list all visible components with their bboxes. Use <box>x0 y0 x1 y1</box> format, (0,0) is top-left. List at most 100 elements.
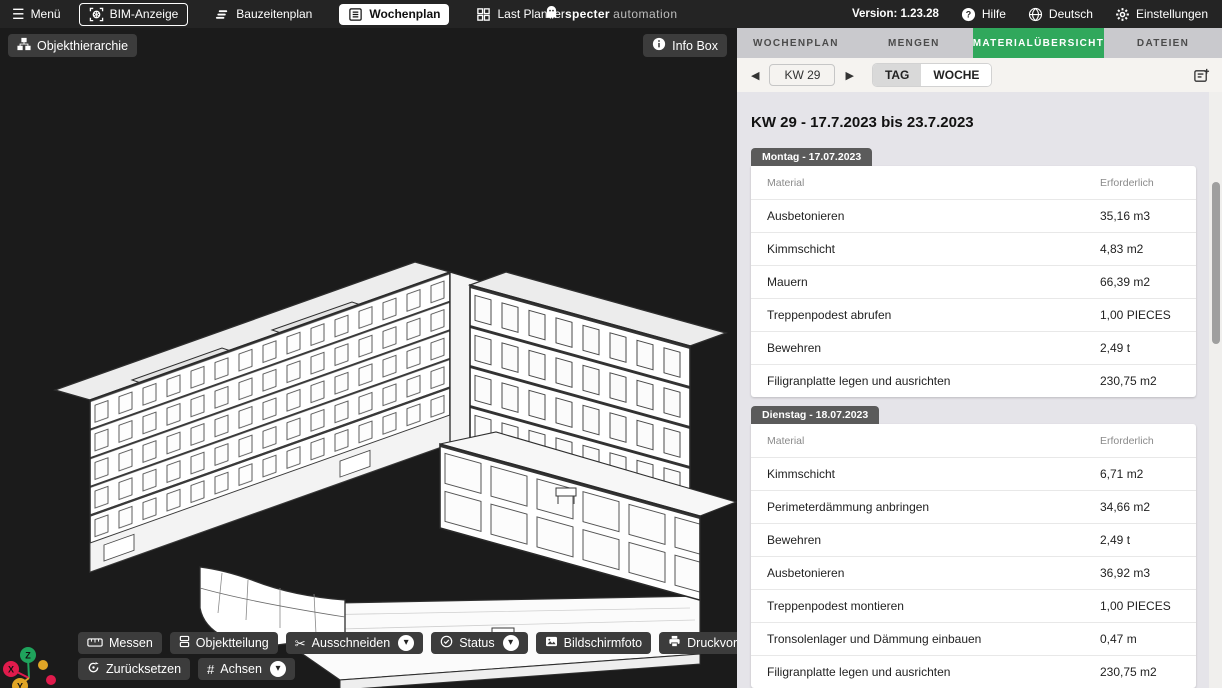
object-split-label: Objektteilung <box>196 636 269 650</box>
ruler-icon <box>87 636 103 650</box>
material-required: 35,16 m3 <box>1100 209 1180 223</box>
material-name: Ausbetonieren <box>767 566 1100 580</box>
day-section-tuesday: Dienstag - 18.07.2023 Material Erforderl… <box>751 405 1196 688</box>
reset-icon <box>87 661 100 677</box>
panel-scrollbar[interactable] <box>1209 92 1222 688</box>
toggle-woche[interactable]: WOCHE <box>921 64 991 86</box>
object-split-button[interactable]: Objektteilung <box>170 632 278 654</box>
building-model[interactable] <box>0 68 737 688</box>
nav-bauzeitenplan-label: Bauzeitenplan <box>236 7 312 21</box>
status-button[interactable]: Status ▾ <box>431 632 527 654</box>
nav-bauzeitenplan[interactable]: Bauzeitenplan <box>206 4 321 25</box>
week-selector-button[interactable]: KW 29 <box>769 64 835 86</box>
prev-week-button[interactable]: ◀ <box>749 69 761 82</box>
table-row[interactable]: Tronsolenlager und Dämmung einbauen 0,47… <box>751 622 1196 655</box>
help-button[interactable]: ? Hilfe <box>961 7 1006 22</box>
table-row[interactable]: Kimmschicht 6,71 m2 <box>751 457 1196 490</box>
nav-wochenplan-label: Wochenplan <box>369 7 440 21</box>
table-header: Material Erforderlich <box>751 166 1196 199</box>
gear-icon <box>1115 7 1130 22</box>
material-name: Bewehren <box>767 341 1100 355</box>
grid-icon <box>476 7 491 22</box>
app-window: ☰ Menü BIM-Anzeige Bauzeitenp <box>0 0 1222 688</box>
axes-dropdown[interactable]: ▾ <box>270 661 286 677</box>
object-hierarchy-button[interactable]: Objekthierarchie <box>8 34 137 57</box>
hierarchy-icon <box>17 37 31 54</box>
settings-label: Einstellungen <box>1136 7 1208 21</box>
settings-button[interactable]: Einstellungen <box>1115 7 1208 22</box>
table-row[interactable]: Bewehren 2,49 t <box>751 331 1196 364</box>
next-week-button[interactable]: ▶ <box>843 69 855 82</box>
nav-wochenplan[interactable]: Wochenplan <box>339 4 449 25</box>
material-overview-content: KW 29 - 17.7.2023 bis 23.7.2023 Montag -… <box>737 92 1222 688</box>
material-name: Filigranplatte legen und ausrichten <box>767 374 1100 388</box>
table-row[interactable]: Bewehren 2,49 t <box>751 523 1196 556</box>
col-required: Erforderlich <box>1100 177 1180 189</box>
material-name: Kimmschicht <box>767 242 1100 256</box>
screenshot-button[interactable]: Bildschirmfoto <box>536 632 652 654</box>
tab-dateien[interactable]: DATEIEN <box>1104 28 1222 58</box>
arrow-left-icon: ◀ <box>751 70 759 82</box>
material-name: Mauern <box>767 275 1100 289</box>
bim-3d-viewport[interactable]: Objekthierarchie Info Box <box>0 28 737 688</box>
weekplan-icon <box>348 7 363 22</box>
print-preview-label: Druckvorschau <box>687 636 737 650</box>
viewer-toolbar: Messen Objektteilung ✂ Ausschneiden ▾ <box>78 632 737 680</box>
axis-gizmo[interactable]: Z X Y <box>0 618 90 688</box>
material-required: 1,00 PIECES <box>1100 599 1180 613</box>
material-required: 66,39 m2 <box>1100 275 1180 289</box>
table-row[interactable]: Perimeterdämmung anbringen 34,66 m2 <box>751 490 1196 523</box>
table-row[interactable]: Treppenpodest montieren 1,00 PIECES <box>751 589 1196 622</box>
language-button[interactable]: Deutsch <box>1028 7 1093 22</box>
tab-wochenplan[interactable]: WOCHENPLAN <box>737 28 855 58</box>
nav-bim-anzeige[interactable]: BIM-Anzeige <box>79 3 189 26</box>
material-name: Kimmschicht <box>767 467 1100 481</box>
material-name: Tronsolenlager und Dämmung einbauen <box>767 632 1100 646</box>
measure-label: Messen <box>109 636 153 650</box>
brand-logo: specter automation <box>545 0 678 28</box>
table-row[interactable]: Treppenpodest abrufen 1,00 PIECES <box>751 298 1196 331</box>
material-required: 0,47 m <box>1100 632 1180 646</box>
print-preview-button[interactable]: Druckvorschau ▾ <box>659 632 737 654</box>
cut-dropdown[interactable]: ▾ <box>398 635 414 651</box>
top-bar: ☰ Menü BIM-Anzeige Bauzeitenp <box>0 0 1222 28</box>
reset-view-label: Zurücksetzen <box>106 662 181 676</box>
side-panel: WOCHENPLAN MENGEN MATERIALÜBERSICHT DATE… <box>737 28 1222 688</box>
axis-x-label: X <box>8 665 14 675</box>
tab-materialuebersicht[interactable]: MATERIALÜBERSICHT <box>973 28 1104 58</box>
cut-button[interactable]: ✂ Ausschneiden ▾ <box>286 632 423 654</box>
axes-grid-icon: # <box>207 663 214 676</box>
reset-view-button[interactable]: Zurücksetzen <box>78 658 190 680</box>
table-row[interactable]: Kimmschicht 4,83 m2 <box>751 232 1196 265</box>
info-box-button[interactable]: Info Box <box>643 34 727 57</box>
globe-icon <box>1028 7 1043 22</box>
screenshot-label: Bildschirmfoto <box>564 636 643 650</box>
table-row[interactable]: Filigranplatte legen und ausrichten 230,… <box>751 364 1196 397</box>
status-check-icon <box>440 635 453 651</box>
info-icon <box>652 37 666 54</box>
menu-button[interactable]: ☰ Menü <box>12 7 61 21</box>
axis-y-label: Y <box>17 682 23 688</box>
axes-button[interactable]: # Achsen ▾ <box>198 658 295 680</box>
material-required: 6,71 m2 <box>1100 467 1180 481</box>
table-row[interactable]: Mauern 66,39 m2 <box>751 265 1196 298</box>
table-row[interactable]: Filigranplatte legen und ausrichten 230,… <box>751 655 1196 688</box>
material-name: Bewehren <box>767 533 1100 547</box>
cut-label: Ausschneiden <box>312 636 391 650</box>
hamburger-icon: ☰ <box>12 7 25 21</box>
day-badge: Montag - 17.07.2023 <box>751 148 872 166</box>
status-dropdown[interactable]: ▾ <box>503 635 519 651</box>
tab-mengen[interactable]: MENGEN <box>855 28 973 58</box>
brand-suffix: automation <box>613 7 677 21</box>
material-name: Treppenpodest montieren <box>767 599 1100 613</box>
scrollbar-thumb[interactable] <box>1212 182 1220 344</box>
help-label: Hilfe <box>982 7 1006 21</box>
table-row[interactable]: Ausbetonieren 35,16 m3 <box>751 199 1196 232</box>
table-header: Material Erforderlich <box>751 424 1196 457</box>
measure-button[interactable]: Messen <box>78 632 162 654</box>
gantt-icon <box>215 7 230 22</box>
table-row[interactable]: Ausbetonieren 36,92 m3 <box>751 556 1196 589</box>
toggle-tag[interactable]: TAG <box>873 64 921 86</box>
screenshot-icon <box>545 636 558 650</box>
add-note-button[interactable] <box>1193 67 1210 84</box>
